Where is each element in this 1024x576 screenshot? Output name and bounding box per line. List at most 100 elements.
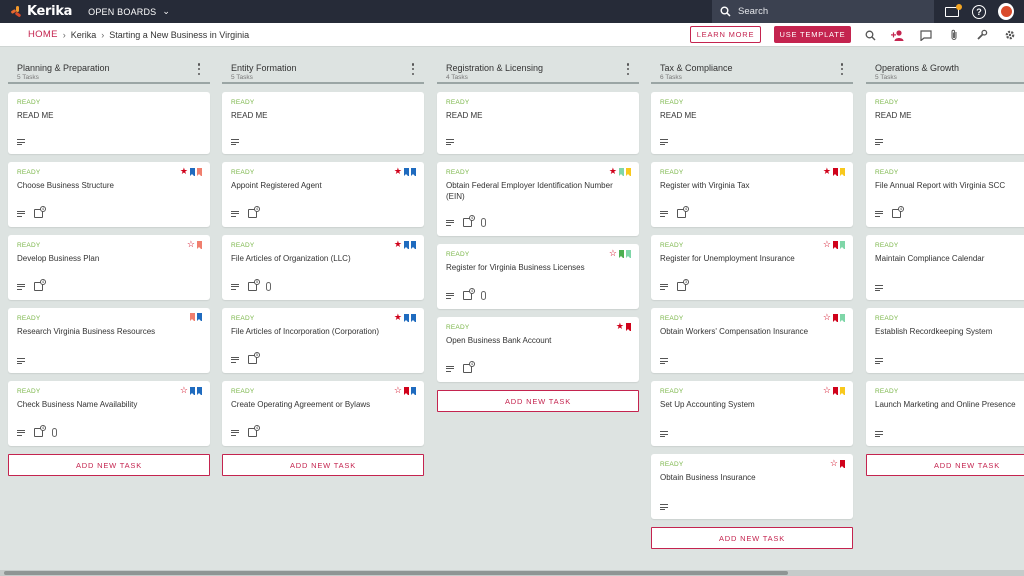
- board-search-button[interactable]: [862, 27, 878, 43]
- star-filled-icon: ★: [393, 312, 402, 322]
- task-card[interactable]: READY Check Business Name Availability ☆ 4: [8, 381, 210, 446]
- task-title: READ ME: [660, 111, 697, 120]
- board-settings-button[interactable]: [1002, 27, 1018, 43]
- column-menu-icon[interactable]: [196, 63, 202, 75]
- checklist-icon: 4: [463, 361, 475, 373]
- description-icon: [17, 429, 25, 436]
- bookmark-icon: [404, 240, 409, 249]
- checklist-count: 4: [898, 206, 904, 212]
- task-card[interactable]: READY Obtain Workers' Compensation Insura…: [651, 308, 853, 373]
- kerika-logo[interactable]: Kerika: [10, 4, 72, 19]
- task-card[interactable]: READY Maintain Compliance Calendar: [866, 235, 1024, 300]
- column-title[interactable]: Planning & Preparation: [17, 63, 202, 73]
- task-card[interactable]: READY Create Operating Agreement or Bylaw…: [222, 381, 424, 446]
- breadcrumb-home[interactable]: HOME: [28, 29, 58, 40]
- task-card[interactable]: READY Set Up Accounting System ☆: [651, 381, 853, 446]
- task-title: Choose Business Structure: [17, 181, 114, 190]
- task-card[interactable]: READY READ ME: [651, 92, 853, 154]
- add-new-task-button[interactable]: ADD NEW TASK: [866, 454, 1024, 476]
- star-filled-icon: ★: [393, 239, 402, 249]
- board-column: Entity Formation 5 Tasks READY READ ME READY…: [222, 47, 424, 476]
- breadcrumb-org[interactable]: Kerika: [71, 30, 97, 40]
- description-icon: [875, 358, 883, 364]
- task-card[interactable]: READY Register with Virginia Tax ★ 4: [651, 162, 853, 227]
- search-input[interactable]: Search: [712, 0, 934, 23]
- task-card[interactable]: READY READ ME: [437, 92, 639, 154]
- user-avatar[interactable]: [998, 3, 1014, 20]
- scrollbar-thumb[interactable]: [4, 571, 788, 575]
- task-flags: ☆: [180, 386, 202, 395]
- open-boards-menu[interactable]: OPEN BOARDS ⌄: [88, 6, 170, 17]
- description-icon: [660, 358, 668, 364]
- column-task-count: 5 Tasks: [17, 74, 39, 81]
- task-footer: [875, 285, 883, 291]
- bookmark-icon: [197, 240, 202, 249]
- column-title[interactable]: Tax & Compliance: [660, 63, 845, 73]
- column-menu-icon[interactable]: [625, 63, 631, 75]
- task-card[interactable]: READY READ ME: [8, 92, 210, 154]
- bookmark-icon: [626, 322, 631, 331]
- task-card[interactable]: READY Obtain Business Insurance ☆: [651, 454, 853, 519]
- task-status: READY: [17, 242, 41, 249]
- inbox-button[interactable]: [944, 3, 962, 20]
- use-template-button[interactable]: USE TEMPLATE: [774, 26, 851, 43]
- chat-button[interactable]: [918, 27, 934, 43]
- column-title[interactable]: Registration & Licensing: [446, 63, 631, 73]
- task-card[interactable]: READY Launch Marketing and Online Presenc…: [866, 381, 1024, 446]
- column-title[interactable]: Entity Formation: [231, 63, 416, 73]
- add-new-task-button[interactable]: ADD NEW TASK: [8, 454, 210, 476]
- task-card[interactable]: READY File Articles of Incorporation (Cor…: [222, 308, 424, 373]
- task-status: READY: [231, 388, 255, 395]
- checklist-icon: 3: [677, 279, 689, 291]
- task-card[interactable]: READY Register for Virginia Business Lice…: [437, 244, 639, 309]
- board-tools-button[interactable]: [974, 27, 990, 43]
- add-new-task-button[interactable]: ADD NEW TASK: [651, 527, 853, 549]
- task-card[interactable]: READY Develop Business Plan ☆ 4: [8, 235, 210, 300]
- task-card[interactable]: READY Research Virginia Business Resource…: [8, 308, 210, 373]
- add-new-task-button[interactable]: ADD NEW TASK: [222, 454, 424, 476]
- bookmark-icon: [840, 459, 845, 468]
- task-flags: ★: [394, 167, 416, 176]
- checklist-icon: 5: [248, 352, 260, 364]
- star-filled-icon: ★: [393, 166, 402, 176]
- breadcrumb: HOME › Kerika › Starting a New Business …: [28, 29, 249, 40]
- horizontal-scrollbar[interactable]: [0, 570, 1024, 576]
- task-card[interactable]: READY Open Business Bank Account ★ 4: [437, 317, 639, 382]
- checklist-icon: 5: [248, 279, 260, 291]
- task-card[interactable]: READY Appoint Registered Agent ★ 4: [222, 162, 424, 227]
- help-button[interactable]: ?: [971, 4, 987, 20]
- column-menu-icon[interactable]: [410, 63, 416, 75]
- task-card[interactable]: READY Choose Business Structure ★ 4: [8, 162, 210, 227]
- task-footer: 5: [231, 279, 271, 291]
- task-card[interactable]: READY Register for Unemployment Insurance…: [651, 235, 853, 300]
- task-footer: [875, 139, 883, 145]
- description-icon: [231, 356, 239, 363]
- column-menu-icon[interactable]: [839, 63, 845, 75]
- task-card[interactable]: READY File Annual Report with Virginia SC…: [866, 162, 1024, 227]
- task-card[interactable]: READY Establish Recordkeeping System: [866, 308, 1024, 373]
- column-header: Tax & Compliance 6 Tasks: [651, 47, 853, 84]
- task-status: READY: [875, 388, 899, 395]
- column-title[interactable]: Operations & Growth: [875, 63, 1024, 73]
- learn-more-button[interactable]: LEARN MORE: [690, 26, 761, 43]
- description-icon: [660, 283, 668, 290]
- add-new-task-button[interactable]: ADD NEW TASK: [437, 390, 639, 412]
- task-footer: 4: [17, 425, 57, 437]
- checklist-count: 4: [40, 425, 46, 431]
- task-card[interactable]: READY READ ME: [222, 92, 424, 154]
- task-footer: [231, 139, 239, 145]
- checklist-count: 4: [683, 206, 689, 212]
- task-card[interactable]: READY Obtain Federal Employer Identificat…: [437, 162, 639, 236]
- task-card[interactable]: READY File Articles of Organization (LLC)…: [222, 235, 424, 300]
- task-footer: 4: [446, 215, 486, 227]
- checklist-count: 4: [40, 279, 46, 285]
- task-title: Research Virginia Business Resources: [17, 327, 156, 336]
- description-icon: [231, 139, 239, 145]
- task-card[interactable]: READY READ ME: [866, 92, 1024, 154]
- bookmark-icon: [626, 249, 631, 258]
- add-member-button[interactable]: [890, 27, 906, 43]
- logo-icon: [10, 5, 24, 19]
- paperclip-icon: [481, 218, 486, 227]
- task-status: READY: [875, 242, 899, 249]
- attachments-button[interactable]: [946, 27, 962, 43]
